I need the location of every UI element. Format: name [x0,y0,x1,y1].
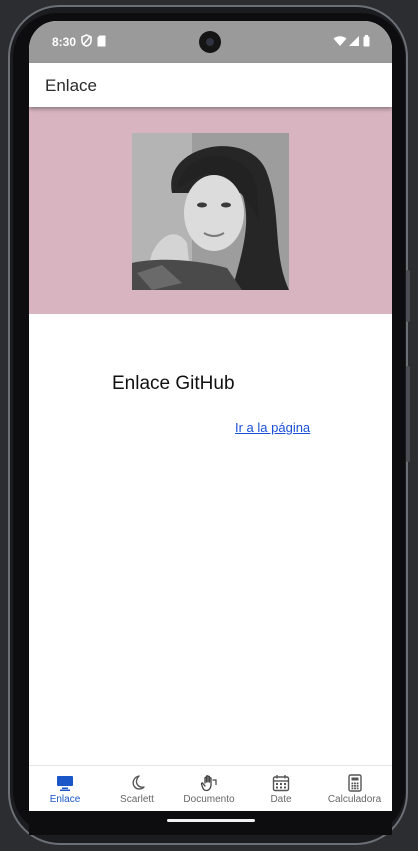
gesture-bar [29,811,392,835]
bottom-navigation: Enlace Scarlett Documento Date Calculado… [29,765,392,811]
nav-label-date: Date [270,794,292,805]
device-screen: 8:30 Enlace Enlace GitHub Ir a la página… [29,21,392,811]
power-button [406,270,410,322]
nav-label-documento: Documento [183,794,235,805]
status-bar: 8:30 [29,21,392,63]
nav-item-scarlett[interactable]: Scarlett [101,766,173,811]
volume-button [406,366,410,462]
nav-item-calculadora[interactable]: Calculadora [317,766,392,811]
hand-icon [200,774,218,792]
home-indicator[interactable] [167,819,255,822]
calculator-icon [346,774,364,792]
section-title: Enlace GitHub [112,373,235,394]
sd-card-icon [97,34,106,52]
nav-item-date[interactable]: Date [245,766,317,811]
github-link[interactable]: Ir a la página [235,420,310,435]
status-time: 8:30 [52,35,77,49]
shield-icon [81,34,92,52]
app-bar: Enlace [29,63,392,107]
nav-item-enlace[interactable]: Enlace [29,766,101,811]
profile-banner [29,107,392,314]
profile-photo [132,133,289,290]
nav-label-enlace: Enlace [49,794,81,805]
front-camera [199,31,221,53]
nav-label-scarlett: Scarlett [120,794,154,805]
moon-icon [128,774,146,792]
nav-label-calculadora: Calculadora [327,794,382,805]
calendar-icon [272,774,290,792]
desktop-icon [56,774,74,792]
wifi-icon [333,34,347,52]
nav-item-documento[interactable]: Documento [173,766,245,811]
battery-icon [363,34,370,52]
app-bar-title: Enlace [45,76,97,95]
signal-icon [348,34,360,52]
